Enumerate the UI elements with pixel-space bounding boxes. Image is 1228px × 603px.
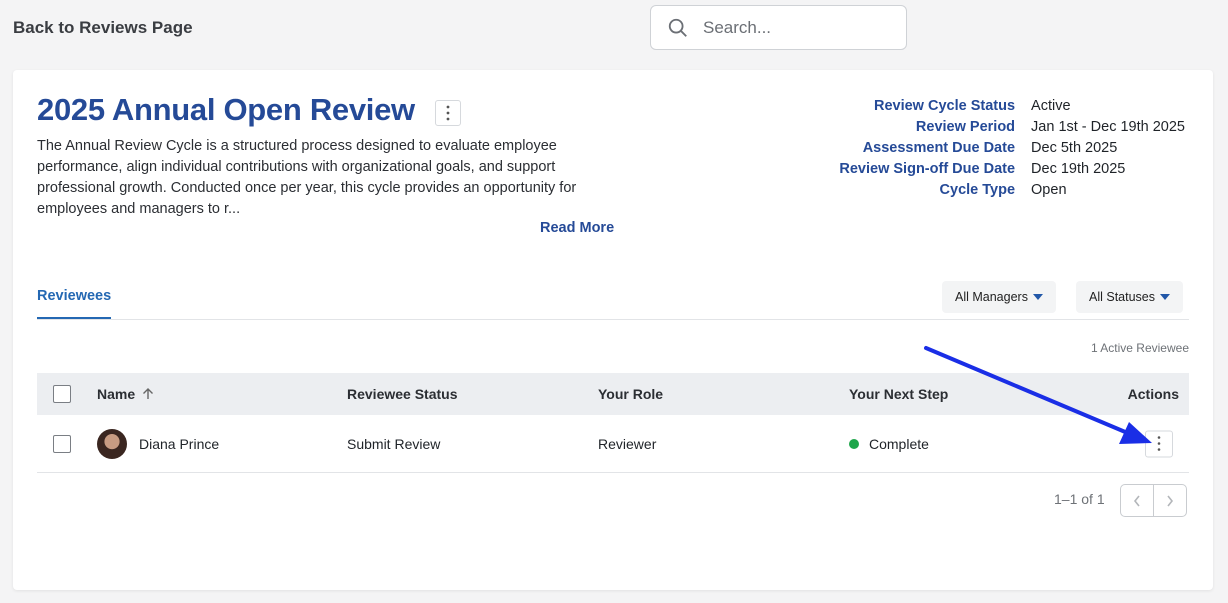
review-description: The Annual Review Cycle is a structured …: [37, 138, 577, 217]
search-input[interactable]: [703, 17, 883, 38]
page-title: 2025 Annual Open Review: [37, 92, 415, 127]
tab-reviewees[interactable]: Reviewees: [37, 288, 112, 319]
previous-page-button[interactable]: [1121, 485, 1154, 516]
title-more-button[interactable]: [435, 100, 461, 126]
reviewee-name-cell[interactable]: Diana Prince: [97, 428, 220, 459]
meta-value: Dec 5th 2025: [1031, 140, 1118, 156]
column-name[interactable]: Name: [97, 386, 155, 402]
column-actions: Actions: [1127, 386, 1179, 402]
table-row: Diana Prince Submit Review Reviewer Comp…: [37, 415, 1189, 473]
meta-label: Review Cycle Status: [873, 98, 1016, 114]
search-icon: [668, 18, 687, 37]
meta-value: Active: [1031, 98, 1071, 114]
meta-value: Dec 19th 2025: [1031, 161, 1126, 177]
pagination-text: 1–1 of 1: [1054, 491, 1105, 507]
search-box[interactable]: [650, 5, 907, 50]
meta-label: Assessment Due Date: [862, 140, 1016, 156]
table-header: Name Reviewee Status Your Role Your Next…: [37, 373, 1189, 415]
managers-filter-label: All Managers: [955, 290, 1028, 304]
pagination-controls: [1120, 484, 1187, 517]
active-reviewee-count: 1 Active Reviewee: [1090, 341, 1189, 355]
column-reviewee-status: Reviewee Status: [347, 386, 458, 402]
read-more-link[interactable]: Read More: [540, 220, 614, 236]
sort-up-arrow-icon: [143, 388, 154, 399]
row-checkbox[interactable]: [53, 434, 71, 453]
status-dot-icon: [849, 438, 859, 449]
column-next-step: Your Next Step: [849, 386, 949, 402]
meta-label: Cycle Type: [939, 182, 1016, 198]
kebab-icon: [446, 105, 450, 121]
meta-label: Review Period: [915, 119, 1016, 135]
next-page-button[interactable]: [1154, 485, 1186, 516]
meta-value: Open: [1031, 182, 1067, 198]
reviewee-name: Diana Prince: [139, 435, 220, 452]
chevron-left-icon: [1133, 495, 1140, 506]
row-actions-button[interactable]: [1145, 430, 1173, 457]
your-role: Reviewer: [598, 435, 657, 452]
next-step-label: Complete: [869, 435, 929, 452]
meta-value: Jan 1st - Dec 19th 2025: [1031, 119, 1185, 135]
reviewee-status: Submit Review: [347, 435, 441, 452]
chevron-right-icon: [1167, 495, 1174, 506]
caret-down-icon: [1160, 294, 1171, 300]
statuses-filter-label: All Statuses: [1089, 290, 1156, 304]
meta-label: Review Sign-off Due Date: [839, 161, 1016, 177]
kebab-icon: [1157, 436, 1161, 451]
back-to-reviews-link[interactable]: Back to Reviews Page: [13, 18, 193, 38]
statuses-filter[interactable]: All Statuses: [1076, 281, 1184, 313]
avatar: [97, 428, 127, 459]
review-card: 2025 Annual Open Review The Annual Revie…: [13, 70, 1213, 590]
managers-filter[interactable]: All Managers: [942, 281, 1056, 313]
next-step: Complete: [849, 436, 929, 452]
select-all-checkbox[interactable]: [53, 385, 71, 403]
column-your-role: Your Role: [598, 386, 664, 402]
review-meta: Review Cycle Status Active Review Period…: [839, 96, 1185, 201]
caret-down-icon: [1032, 294, 1043, 300]
column-name-label: Name: [97, 386, 136, 402]
